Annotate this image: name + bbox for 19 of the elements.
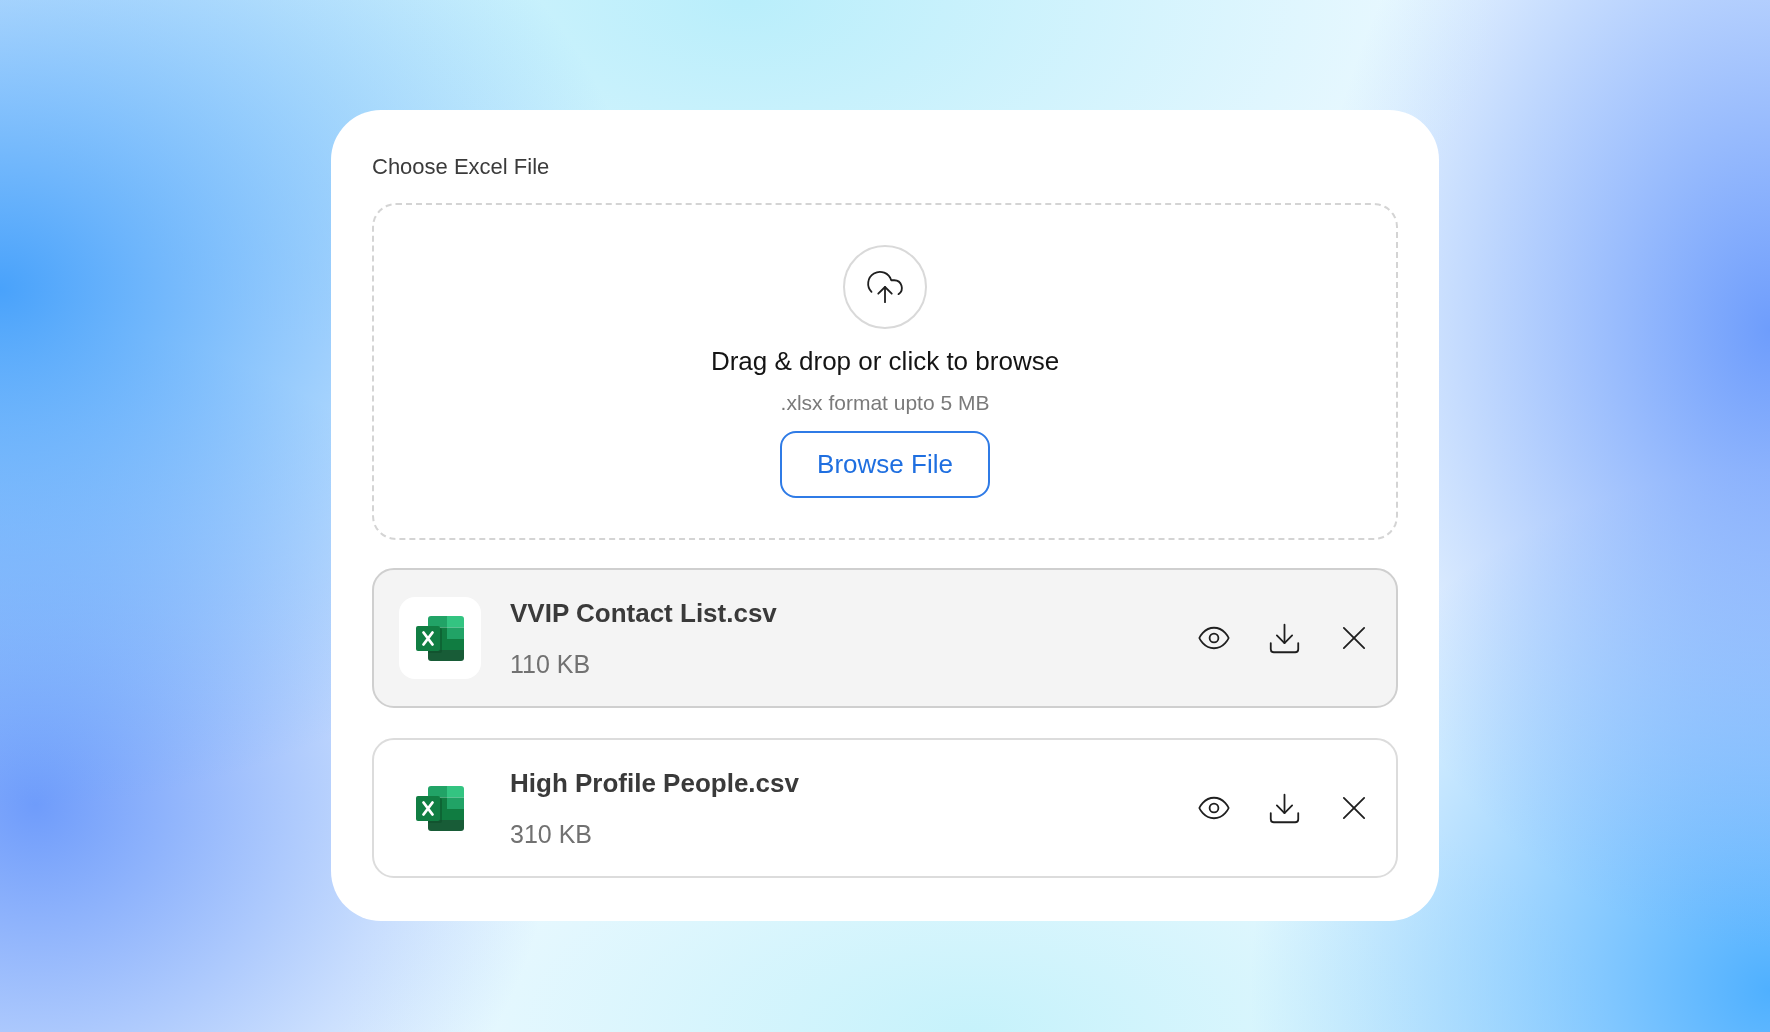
spreadsheet-icon — [399, 597, 481, 679]
download-icon[interactable] — [1269, 623, 1299, 653]
file-row[interactable]: VVIP Contact List.csv 110 KB — [372, 568, 1398, 708]
file-name: VVIP Contact List.csv — [510, 596, 777, 629]
close-icon[interactable] — [1343, 627, 1365, 649]
close-icon[interactable] — [1343, 797, 1365, 819]
download-icon[interactable] — [1269, 793, 1299, 823]
browse-file-button[interactable]: Browse File — [780, 431, 990, 498]
file-row[interactable]: High Profile People.csv 310 KB — [372, 738, 1398, 878]
drop-zone[interactable]: Drag & drop or click to browse .xlsx format upto 5 MB Browse File — [372, 203, 1398, 540]
drop-heading: Drag & drop or click to browse — [710, 347, 1060, 375]
eye-icon[interactable] — [1198, 797, 1230, 819]
card-title: Choose Excel File — [372, 153, 550, 181]
format-hint: .xlsx format upto 5 MB — [780, 391, 990, 415]
file-size: 310 KB — [510, 818, 592, 850]
eye-icon[interactable] — [1198, 627, 1230, 649]
spreadsheet-icon — [416, 785, 464, 831]
file-name: High Profile People.csv — [510, 766, 799, 799]
file-size: 110 KB — [510, 648, 591, 680]
